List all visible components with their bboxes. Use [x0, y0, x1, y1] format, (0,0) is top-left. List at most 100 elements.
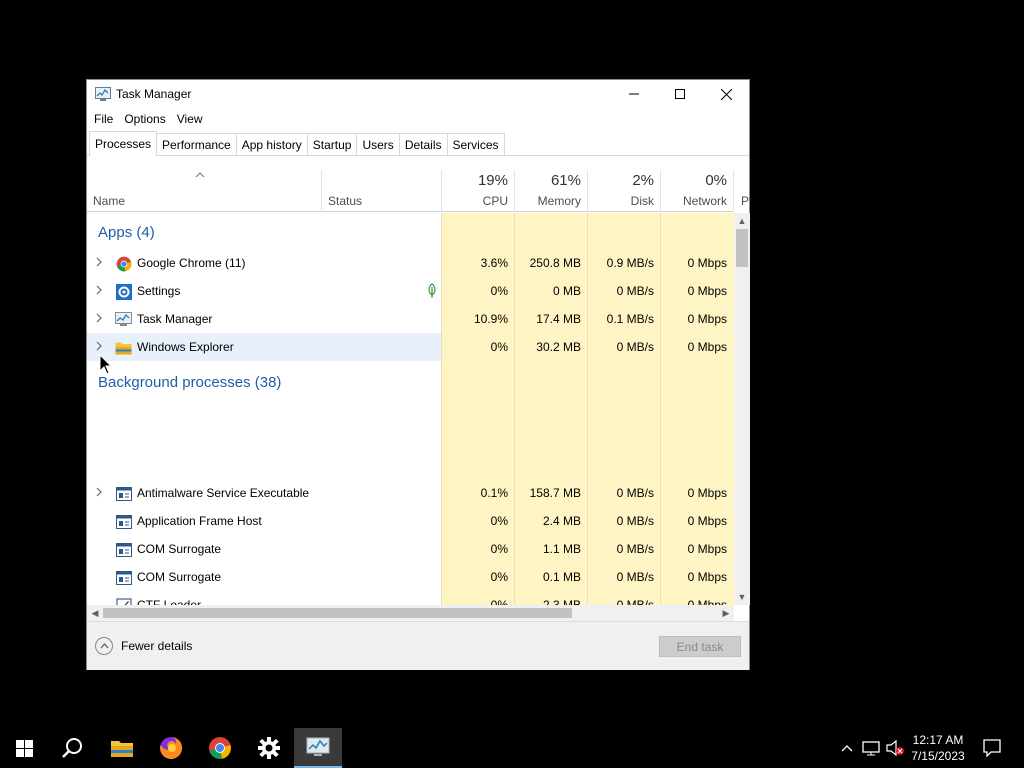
- process-row-windows-explorer[interactable]: Windows Explorer 0% 30.2 MB 0 MB/s 0 Mbps: [87, 333, 734, 361]
- memory-value: 0.1 MB: [542, 570, 581, 584]
- scroll-left-icon[interactable]: ◀: [87, 605, 103, 621]
- tab-app-history[interactable]: App history: [235, 133, 308, 155]
- file-explorer-icon[interactable]: [98, 728, 146, 768]
- chevron-right-icon[interactable]: [96, 486, 103, 500]
- scroll-down-icon[interactable]: ▼: [734, 589, 750, 605]
- windows-start-icon[interactable]: [0, 728, 48, 768]
- clock-time: 12:17 AM: [912, 733, 964, 747]
- settings-gear-icon[interactable]: [245, 728, 293, 768]
- column-name[interactable]: Name: [87, 170, 321, 212]
- system-clock[interactable]: 12:17 AM 7/15/2023: [900, 732, 976, 764]
- end-task-button[interactable]: End task: [659, 636, 741, 657]
- horizontal-scroll-thumb[interactable]: [103, 608, 572, 618]
- process-row-com-surrogate[interactable]: COM Surrogate 0% 0.1 MB 0 MB/s 0 Mbps: [87, 563, 734, 591]
- suspended-leaf-icon: [427, 283, 437, 302]
- tab-users[interactable]: Users: [356, 133, 400, 155]
- disk-value: 0 MB/s: [616, 514, 654, 528]
- network-value: 0 Mbps: [687, 542, 727, 556]
- column-network[interactable]: 0% Network: [661, 170, 733, 212]
- chevron-right-icon[interactable]: [96, 256, 103, 270]
- tab-services[interactable]: Services: [446, 133, 505, 155]
- scroll-right-icon[interactable]: ▶: [718, 605, 734, 621]
- disk-value: 0 MB/s: [616, 486, 654, 500]
- maximize-button[interactable]: [657, 80, 703, 108]
- memory-value: 1.1 MB: [542, 542, 581, 556]
- menu-file[interactable]: File: [90, 112, 117, 126]
- process-row-antimalware-service-executable[interactable]: Antimalware Service Executable 0.1% 158.7 …: [87, 479, 734, 507]
- disk-value: 0 MB/s: [616, 284, 654, 298]
- close-icon: [720, 88, 732, 100]
- vertical-scrollbar[interactable]: ▲ ▼: [734, 213, 750, 605]
- tab-processes[interactable]: Processes: [89, 131, 158, 156]
- tab-performance[interactable]: Performance: [156, 133, 237, 155]
- folder-icon: [115, 339, 132, 356]
- memory-value: 0 MB: [552, 284, 581, 298]
- chevron-right-icon[interactable]: [96, 340, 103, 354]
- column-cpu[interactable]: 19% CPU: [442, 170, 514, 212]
- scroll-up-icon[interactable]: ▲: [734, 213, 750, 229]
- process-row-google-chrome-11[interactable]: Google Chrome (11) 3.6% 250.8 MB 0.9 MB/s 0 …: [87, 249, 734, 277]
- network-total-percent: 0%: [705, 172, 727, 189]
- group-header-background: Background processes (38): [98, 374, 282, 391]
- firefox-icon[interactable]: [147, 728, 195, 768]
- process-row-settings[interactable]: Settings 0% 0 MB 0 MB/s 0 Mbps: [87, 277, 734, 305]
- memory-total-percent: 61%: [550, 172, 581, 189]
- minimize-icon: [629, 93, 639, 95]
- horizontal-scrollbar[interactable]: ◀ ▶: [87, 605, 734, 621]
- disk-total-percent: 2%: [632, 172, 654, 189]
- column-disk[interactable]: 2% Disk: [588, 170, 660, 212]
- process-row-application-frame-host[interactable]: Application Frame Host 0% 2.4 MB 0 MB/s 0 Mb…: [87, 507, 734, 535]
- disk-value: 0 MB/s: [616, 542, 654, 556]
- menu-view[interactable]: View: [173, 112, 207, 126]
- column-power-partial[interactable]: P: [737, 170, 751, 212]
- disk-value: 0 MB/s: [616, 570, 654, 584]
- process-name: Application Frame Host: [137, 514, 262, 528]
- memory-value: 250.8 MB: [529, 256, 581, 270]
- column-network-label: Network: [682, 194, 727, 208]
- chevron-right-icon[interactable]: [96, 284, 103, 298]
- column-name-label: Name: [93, 194, 126, 208]
- service-window-icon: [115, 541, 132, 558]
- notification-center-icon[interactable]: [980, 728, 1004, 768]
- column-memory[interactable]: 61% Memory: [515, 170, 587, 212]
- network-icon[interactable]: [860, 728, 882, 768]
- task-manager-taskbar-icon[interactable]: [294, 728, 342, 768]
- column-header-row: Name Status 19% CPU 61% Memory 2% Disk 0…: [87, 170, 749, 212]
- process-row-task-manager[interactable]: Task Manager 10.9% 17.4 MB 0.1 MB/s 0 Mbps: [87, 305, 734, 333]
- close-button[interactable]: [703, 80, 749, 108]
- process-row-ctf-loader[interactable]: CTF Loader 0% 2.3 MB 0 MB/s 0 Mbps: [87, 591, 734, 605]
- tab-strip: Processes Performance App history Startu…: [87, 130, 749, 156]
- service-window-icon: [115, 513, 132, 530]
- vertical-scroll-thumb[interactable]: [736, 229, 748, 267]
- tab-startup[interactable]: Startup: [306, 133, 358, 155]
- process-row-com-surrogate[interactable]: COM Surrogate 0% 1.1 MB 0 MB/s 0 Mbps: [87, 535, 734, 563]
- memory-value: 2.3 MB: [542, 598, 581, 605]
- column-status[interactable]: Status: [322, 170, 441, 212]
- task-manager-icon: [95, 87, 111, 101]
- chevron-right-icon[interactable]: [96, 312, 103, 326]
- process-name: Antimalware Service Executable: [137, 486, 310, 500]
- search-icon[interactable]: [48, 728, 96, 768]
- cpu-value: 0.1%: [480, 486, 508, 500]
- title-bar[interactable]: Task Manager: [87, 80, 749, 108]
- process-name: COM Surrogate: [137, 570, 222, 584]
- chrome-icon[interactable]: [196, 728, 244, 768]
- disk-value: 0 MB/s: [616, 598, 654, 605]
- disk-value: 0 MB/s: [616, 340, 654, 354]
- task-manager-icon: [115, 311, 132, 328]
- maximize-icon: [675, 89, 685, 99]
- tab-details[interactable]: Details: [398, 133, 448, 155]
- menu-bar: File Options View: [87, 108, 749, 130]
- process-list: Apps (4) Google Chrome (11) 3.6% 250.8 MB 0…: [87, 213, 734, 605]
- memory-value: 30.2 MB: [536, 340, 581, 354]
- service-window-icon: [115, 569, 132, 586]
- settings-gear-icon: [115, 283, 132, 300]
- fewer-details-button[interactable]: Fewer details: [95, 637, 192, 655]
- network-value: 0 Mbps: [687, 312, 727, 326]
- chevron-up-icon[interactable]: [838, 728, 856, 768]
- minimize-button[interactable]: [611, 80, 657, 108]
- column-status-label: Status: [328, 194, 363, 208]
- network-value: 0 Mbps: [687, 340, 727, 354]
- taskbar: 12:17 AM 7/15/2023: [0, 728, 1024, 768]
- menu-options[interactable]: Options: [120, 112, 169, 126]
